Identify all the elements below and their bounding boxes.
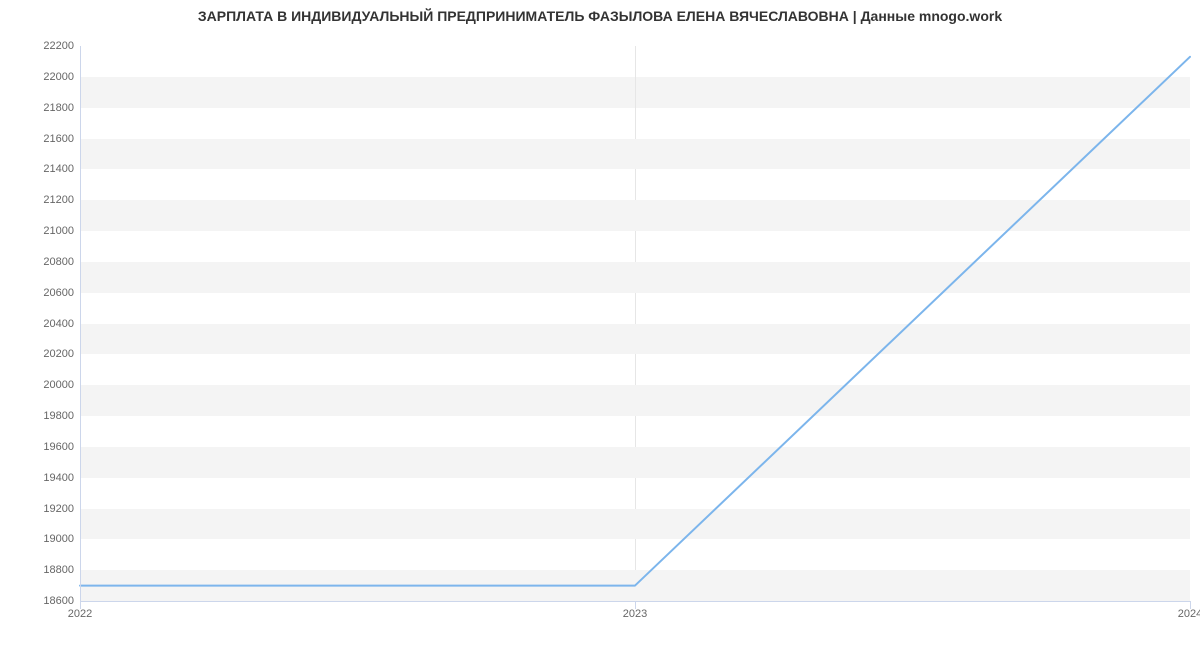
x-tick-label: 2024 xyxy=(1178,608,1200,620)
y-tick-label: 19200 xyxy=(43,503,74,515)
y-tick-label: 20000 xyxy=(43,379,74,391)
y-tick-label: 19000 xyxy=(43,533,74,545)
plot-area xyxy=(80,46,1190,601)
x-tick xyxy=(1190,601,1191,609)
y-tick-label: 21200 xyxy=(43,194,74,206)
y-tick-label: 21000 xyxy=(43,225,74,237)
y-tick-label: 20200 xyxy=(43,348,74,360)
x-tick xyxy=(80,601,81,609)
y-tick-label: 18800 xyxy=(43,564,74,576)
y-tick-label: 22200 xyxy=(43,40,74,52)
y-tick-label: 20400 xyxy=(43,318,74,330)
y-tick-label: 18600 xyxy=(43,595,74,607)
x-tick xyxy=(635,601,636,609)
y-tick-label: 20800 xyxy=(43,256,74,268)
chart-title: ЗАРПЛАТА В ИНДИВИДУАЛЬНЫЙ ПРЕДПРИНИМАТЕЛ… xyxy=(0,8,1200,24)
y-tick-label: 19800 xyxy=(43,410,74,422)
y-tick-label: 19600 xyxy=(43,441,74,453)
y-tick-label: 21600 xyxy=(43,133,74,145)
line-series xyxy=(80,46,1190,601)
y-tick-label: 20600 xyxy=(43,287,74,299)
x-tick-label: 2023 xyxy=(623,608,647,620)
y-axis xyxy=(80,46,81,601)
y-tick-label: 21400 xyxy=(43,163,74,175)
salary-line-chart: ЗАРПЛАТА В ИНДИВИДУАЛЬНЫЙ ПРЕДПРИНИМАТЕЛ… xyxy=(0,0,1200,650)
y-tick-label: 22000 xyxy=(43,71,74,83)
series-path xyxy=(80,57,1190,586)
y-tick-label: 19400 xyxy=(43,472,74,484)
x-tick-label: 2022 xyxy=(68,608,92,620)
y-tick-label: 21800 xyxy=(43,102,74,114)
